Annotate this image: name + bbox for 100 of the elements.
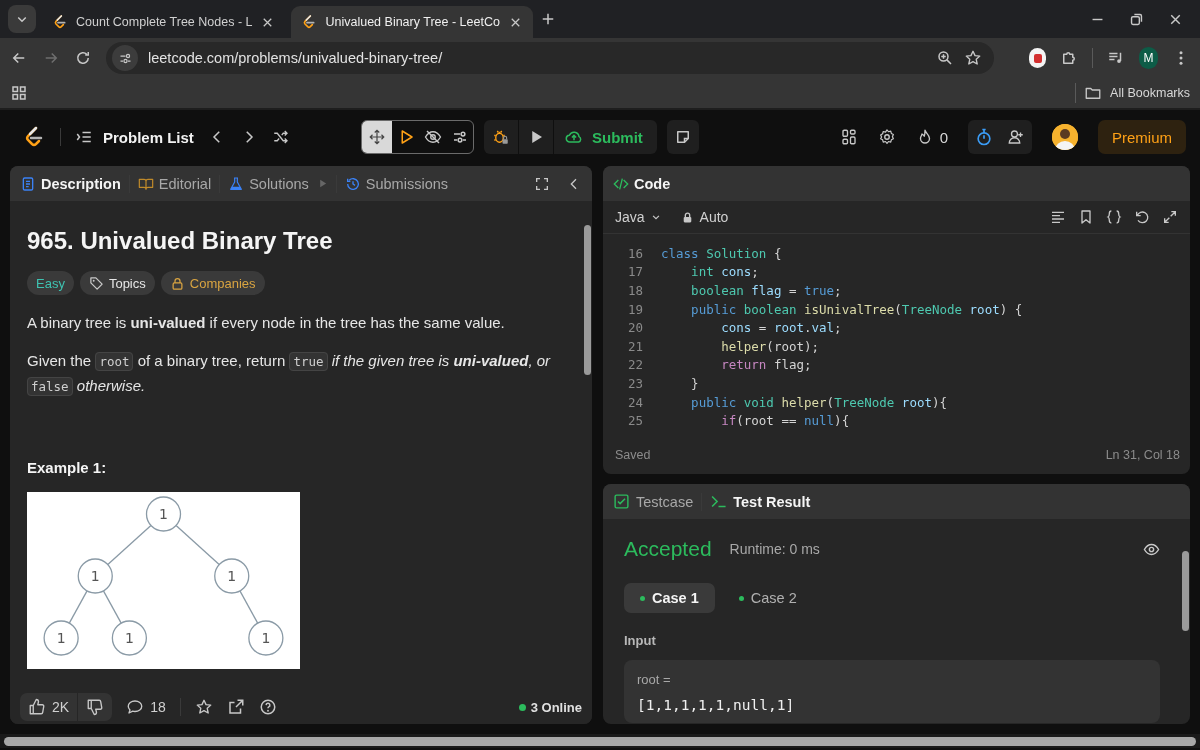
notes-button[interactable] (666, 120, 699, 154)
bug-icon[interactable] (492, 128, 510, 146)
extension-icon[interactable] (1028, 48, 1047, 68)
add-user-icon[interactable] (1007, 128, 1025, 146)
layout-icon[interactable] (839, 128, 858, 146)
panel-tab[interactable]: Solutions (228, 175, 309, 192)
tag-icon (88, 275, 104, 291)
tree-edge (239, 590, 259, 624)
reload-icon[interactable] (74, 49, 92, 67)
comments-button[interactable]: 18 (126, 698, 166, 716)
profile-avatar[interactable]: M (1139, 47, 1158, 69)
problem-list-button[interactable]: Problem List (75, 128, 194, 146)
help-icon[interactable] (258, 698, 277, 716)
line-number: 17 (626, 264, 644, 280)
thumbs-down-icon (86, 698, 105, 716)
panel-tab[interactable]: Submissions (344, 175, 448, 192)
horizontal-scrollbar[interactable] (0, 734, 1200, 748)
panel-tab[interactable]: Testcase (613, 493, 694, 510)
panel-tab[interactable]: Editorial (137, 175, 212, 192)
move-icon[interactable] (368, 128, 386, 146)
problem-paragraph: Given the root of a binary tree, return true if the given tree is uni-valued, or false otherwise. (27, 351, 552, 398)
autocomplete-mode[interactable]: Auto (680, 209, 729, 225)
tree-node: 1 (77, 558, 113, 594)
panel-title: Code (613, 175, 671, 192)
browser-tab[interactable]: Univalued Binary Tree - LeetCo (291, 6, 533, 38)
tree-node: 1 (111, 620, 148, 656)
line-number: 19 (626, 301, 644, 317)
line-number: 24 (626, 394, 644, 410)
cursor-position: Ln 31, Col 18 (1105, 448, 1180, 462)
braces-icon[interactable] (1106, 209, 1122, 225)
verdict-status: Accepted (624, 537, 712, 561)
zoom-icon[interactable] (936, 49, 954, 67)
runtime-label: Runtime: 0 ms (729, 541, 820, 557)
line-number: 20 (626, 320, 644, 336)
streak-counter[interactable]: 0 (915, 128, 948, 146)
user-avatar[interactable] (1052, 124, 1078, 150)
fullscreen-icon[interactable] (534, 175, 550, 192)
code-line: class Solution { (661, 245, 782, 261)
case-tab[interactable]: Case 1 (624, 583, 715, 613)
input-label: Input (624, 633, 657, 648)
flask-icon (228, 175, 245, 192)
eye-off-icon[interactable] (423, 128, 442, 146)
reset-icon[interactable] (1134, 209, 1150, 225)
difficulty-tag[interactable]: Easy (27, 271, 74, 295)
line-number: 23 (626, 375, 644, 391)
lock-icon (169, 275, 185, 291)
input-name: root = (637, 672, 672, 687)
line-number: 25 (626, 413, 644, 429)
language-dropdown[interactable]: Java (615, 209, 663, 225)
tree-edge (175, 524, 220, 566)
premium-button[interactable]: Premium (1098, 120, 1186, 154)
topics-tag[interactable]: Topics (79, 271, 155, 295)
tree-node: 1 (145, 496, 182, 532)
case-tab[interactable]: Case 2 (722, 583, 813, 613)
stopwatch-icon[interactable] (974, 127, 994, 147)
code-line: cons = root.val; (720, 320, 842, 336)
expand-icon[interactable] (1162, 209, 1178, 225)
terminal-icon (710, 493, 728, 510)
comment-icon (126, 698, 145, 716)
companies-tag[interactable]: Companies (160, 271, 265, 295)
share-icon[interactable] (226, 698, 245, 716)
code-line: } (690, 375, 699, 391)
apps-icon[interactable] (10, 84, 28, 102)
code-line: public boolean isUnivalTree(TreeNode root) { (690, 301, 1023, 317)
history-icon (344, 175, 361, 192)
panel-tab[interactable]: Test Result (710, 493, 811, 510)
tree-edge (102, 590, 122, 624)
format-icon[interactable] (1050, 209, 1066, 225)
line-number: 21 (626, 338, 644, 354)
star-icon[interactable] (194, 698, 213, 716)
save-status: Saved (615, 448, 651, 462)
tree-edge (68, 590, 88, 624)
shuffle-icon[interactable] (271, 128, 290, 146)
problem-title: 965. Univalued Binary Tree (27, 227, 334, 255)
bookmark-star-icon[interactable] (964, 49, 982, 67)
browser-tab[interactable]: Count Complete Tree Nodes - L (42, 6, 286, 38)
tree-node: 1 (43, 620, 79, 656)
line-number: 18 (626, 283, 644, 298)
thumbs-up-icon (28, 698, 46, 716)
leetcode-logo-icon (52, 14, 68, 30)
address-bar[interactable]: leetcode.com/problems/univalued-binary-tree/ (106, 42, 994, 74)
tree-node: 1 (248, 620, 284, 656)
tree-node: 1 (214, 558, 250, 594)
bookmark-icon[interactable] (1078, 209, 1094, 225)
online-count: 3 Online (530, 699, 582, 715)
panel-tab[interactable]: Description (20, 175, 121, 192)
online-dot-icon (518, 703, 526, 711)
problem-paragraph: A binary tree is uni-valued if every node in the tree has the same value. (27, 313, 506, 333)
code-line: public void helper(TreeNode root){ (690, 394, 948, 410)
code-line: if(root == null){ (720, 413, 850, 429)
input-value: [1,1,1,1,1,null,1] (637, 697, 796, 713)
line-number: 16 (626, 245, 644, 261)
settings-icon[interactable] (877, 128, 896, 146)
document-icon (20, 175, 36, 192)
code-line: boolean flag = true; (690, 283, 842, 298)
code-line: helper(root); (720, 338, 820, 354)
tab-search-button[interactable] (8, 5, 36, 33)
bookmarks-folder[interactable]: All Bookmarks (1110, 86, 1190, 100)
line-number: 22 (626, 357, 644, 373)
checkbox-icon (613, 493, 630, 510)
